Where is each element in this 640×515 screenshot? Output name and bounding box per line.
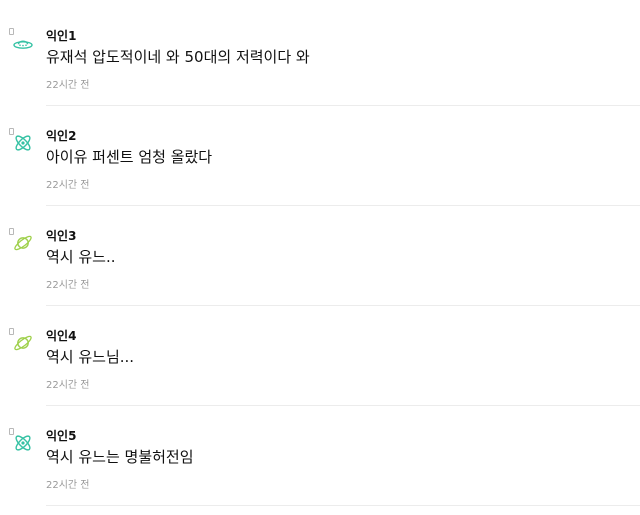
nickname[interactable]: 익인1 xyxy=(46,29,76,43)
atom-icon xyxy=(12,432,34,454)
timestamp: 22시간 전 xyxy=(46,280,90,291)
nickname[interactable]: 익인4 xyxy=(46,329,76,343)
comment-item: 익인1 유재석 압도적이네 와 50대의 저력이다 와 22시간 전 xyxy=(0,28,640,128)
comment-text: 유재석 압도적이네 와 50대의 저력이다 와 xyxy=(46,48,310,66)
comment-item: 익인3 역시 유느.. 22시간 전 xyxy=(0,228,640,328)
comment-item: 익인2 아이유 퍼센트 엄청 올랐다 22시간 전 xyxy=(0,128,640,228)
planet-icon xyxy=(12,332,34,354)
atom-icon xyxy=(12,132,34,154)
divider xyxy=(46,205,640,206)
divider xyxy=(46,105,640,106)
comment-text: 역시 유느.. xyxy=(46,248,116,266)
timestamp: 22시간 전 xyxy=(46,480,90,491)
comment-text: 아이유 퍼센트 엄청 올랐다 xyxy=(46,148,213,166)
nickname[interactable]: 익인3 xyxy=(46,229,76,243)
ufo-icon xyxy=(12,32,34,54)
comment-item: 익인4 역시 유느님... 22시간 전 xyxy=(0,328,640,428)
comment-text: 역시 유느님... xyxy=(46,348,135,366)
divider xyxy=(46,505,640,506)
comment-text: 역시 유느는 명불허전임 xyxy=(46,448,194,466)
nickname[interactable]: 익인5 xyxy=(46,429,76,443)
timestamp: 22시간 전 xyxy=(46,80,90,91)
nickname[interactable]: 익인2 xyxy=(46,129,76,143)
timestamp: 22시간 전 xyxy=(46,180,90,191)
comment-item: 익인5 역시 유느는 명불허전임 22시간 전 xyxy=(0,428,640,515)
comment-list: 익인1 유재석 압도적이네 와 50대의 저력이다 와 22시간 전 익인2 아… xyxy=(0,0,640,515)
timestamp: 22시간 전 xyxy=(46,380,90,391)
divider xyxy=(46,305,640,306)
divider xyxy=(46,405,640,406)
planet-icon xyxy=(12,232,34,254)
